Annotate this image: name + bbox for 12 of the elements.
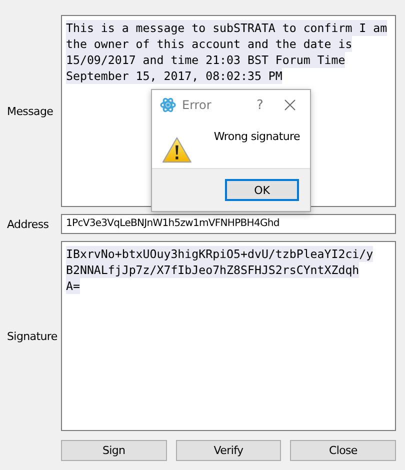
address-field[interactable]: 1PcV3e3VqLeBNJnW1h5zw1mVFNHPBH4Ghd — [61, 214, 396, 234]
help-button[interactable]: ? — [248, 98, 272, 112]
field-label: Address — [6, 218, 50, 230]
action-button[interactable]: Verify — [176, 440, 282, 461]
action-button[interactable]: Close — [290, 440, 396, 461]
field-label: Signature — [6, 330, 58, 342]
action-button[interactable]: Sign — [61, 440, 167, 461]
signature-field[interactable]: IBxrvNo+btxUOuy3higKRpiO5+dvU/tzbPleaYI2ci/y B2NNALfjJp7z/X7fIbJeo7hZ8SFHJS2rsCYntXZdqh A= — [61, 241, 396, 431]
field-label: Message — [6, 104, 54, 118]
dialog-message: Wrong signature — [214, 130, 300, 143]
ok-button[interactable]: OK — [225, 179, 299, 201]
dialog-title: Error — [182, 98, 212, 112]
